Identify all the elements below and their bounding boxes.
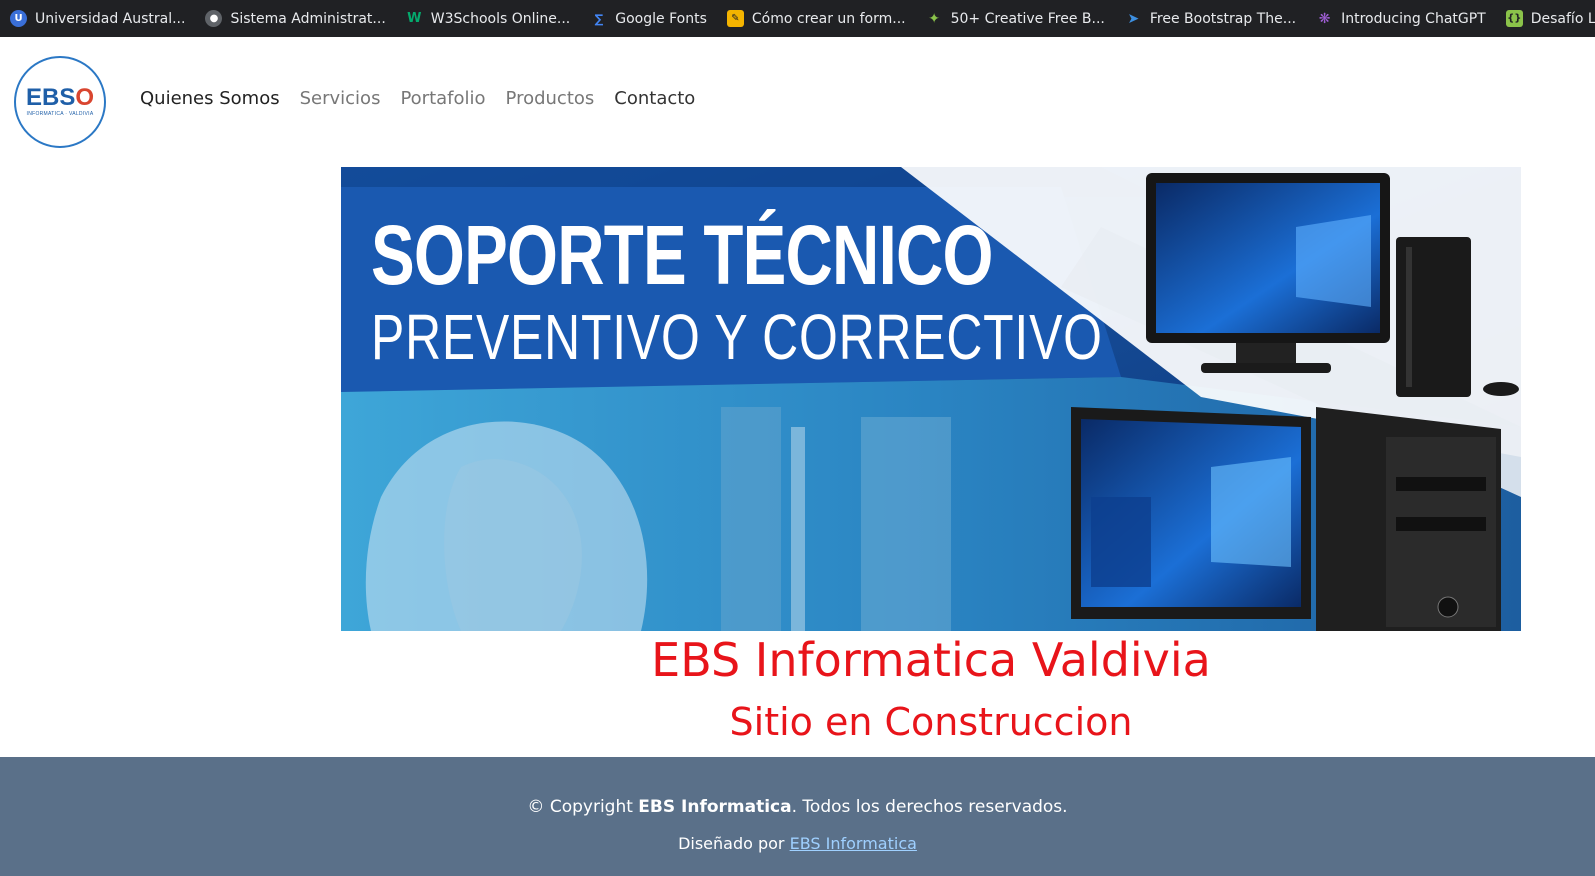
nav-link-portafolio[interactable]: Portafolio: [400, 88, 485, 109]
bookmark-label: Universidad Austral...: [35, 10, 186, 27]
bookmark-label: Google Fonts: [615, 10, 707, 27]
bookmark-free-bootstrap[interactable]: ➤ Free Bootstrap The...: [1115, 6, 1306, 32]
bookmark-label: 50+ Creative Free B...: [950, 10, 1105, 27]
hero-subheading: PREVENTIVO Y CORRECTIVO: [371, 301, 1103, 373]
footer-designer-link[interactable]: EBS Informatica: [790, 834, 917, 853]
bookmark-label: Desafío La: [1530, 10, 1595, 27]
footer-brand: EBS Informatica: [638, 797, 792, 817]
bookmark-label: Free Bootstrap The...: [1149, 10, 1297, 27]
logo-subtitle: INFORMATICA · VALDIVIA: [26, 111, 94, 117]
bookmark-w3schools[interactable]: W W3Schools Online...: [396, 6, 580, 32]
google-fonts-icon: ∑: [594, 11, 604, 26]
site-navbar: EBSO INFORMATICA · VALDIVIA Quienes Somo…: [0, 37, 1595, 167]
bookmark-sistema-administrativo[interactable]: ● Sistema Administrat...: [195, 6, 395, 32]
bookmark-universidad-austral[interactable]: U Universidad Austral...: [0, 6, 195, 32]
bookmark-chatgpt[interactable]: ❋ Introducing ChatGPT: [1306, 6, 1496, 32]
bookmark-label: Sistema Administrat...: [230, 10, 386, 27]
code-icon: {}: [1505, 10, 1523, 27]
page-title: EBS Informatica Valdivia: [651, 633, 1211, 687]
logo-mark: EBSO: [25, 84, 95, 111]
globe-icon: ●: [205, 10, 223, 27]
nav-link-contacto[interactable]: Contacto: [614, 88, 695, 109]
footer-copyright: © Copyright EBS Informatica. Todos los d…: [527, 797, 1068, 817]
bookmark-desafio[interactable]: {} Desafío La: [1496, 6, 1595, 32]
bootstrap-icon: ➤: [1127, 10, 1140, 27]
nav-link-productos[interactable]: Productos: [506, 88, 595, 109]
w3schools-icon: W: [407, 11, 422, 26]
main-nav: Quienes Somos Servicios Portafolio Produ…: [140, 88, 715, 109]
bookmark-label: Cómo crear un form...: [751, 10, 906, 27]
site-logo[interactable]: EBSO INFORMATICA · VALDIVIA: [14, 56, 106, 148]
footer-designed-by: Diseñado por EBS Informatica: [678, 834, 917, 853]
bookmark-google-fonts[interactable]: ∑ Google Fonts: [580, 6, 717, 32]
university-icon: U: [10, 10, 27, 27]
bird-icon: ✦: [928, 10, 940, 27]
hero-banner: SOPORTE TÉCNICO PREVENTIVO Y CORRECTIVO: [341, 167, 1521, 631]
bookmark-label: Introducing ChatGPT: [1341, 10, 1486, 27]
page-subtitle: Sitio en Construccion: [729, 700, 1133, 744]
bookmarks-bar: U Universidad Austral... ● Sistema Admin…: [0, 0, 1595, 37]
bookmark-creative-free[interactable]: ✦ 50+ Creative Free B...: [916, 6, 1115, 32]
chatgpt-icon: ❋: [1318, 10, 1331, 27]
site-footer: © Copyright EBS Informatica. Todos los d…: [0, 757, 1595, 876]
tutorial-icon: ✎: [726, 10, 744, 27]
bookmark-label: W3Schools Online...: [430, 10, 571, 27]
nav-link-servicios[interactable]: Servicios: [300, 88, 381, 109]
nav-link-quienes-somos[interactable]: Quienes Somos: [140, 88, 280, 109]
bookmark-como-crear-form[interactable]: ✎ Cómo crear un form...: [717, 6, 916, 32]
hero-heading: SOPORTE TÉCNICO: [371, 208, 994, 302]
